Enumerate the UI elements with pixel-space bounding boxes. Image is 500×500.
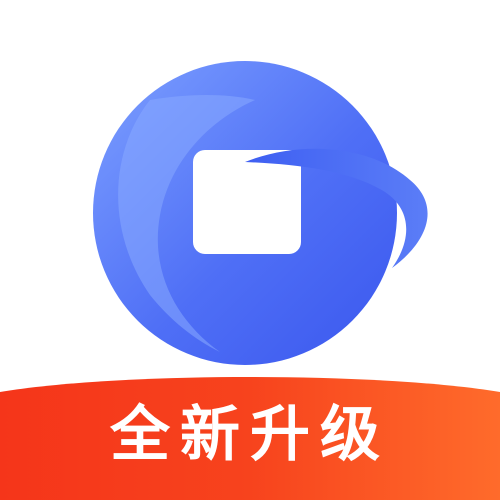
app-icon-tile: 全新升级 [0,0,500,500]
upgrade-badge-label: 全新升级 [110,400,390,470]
